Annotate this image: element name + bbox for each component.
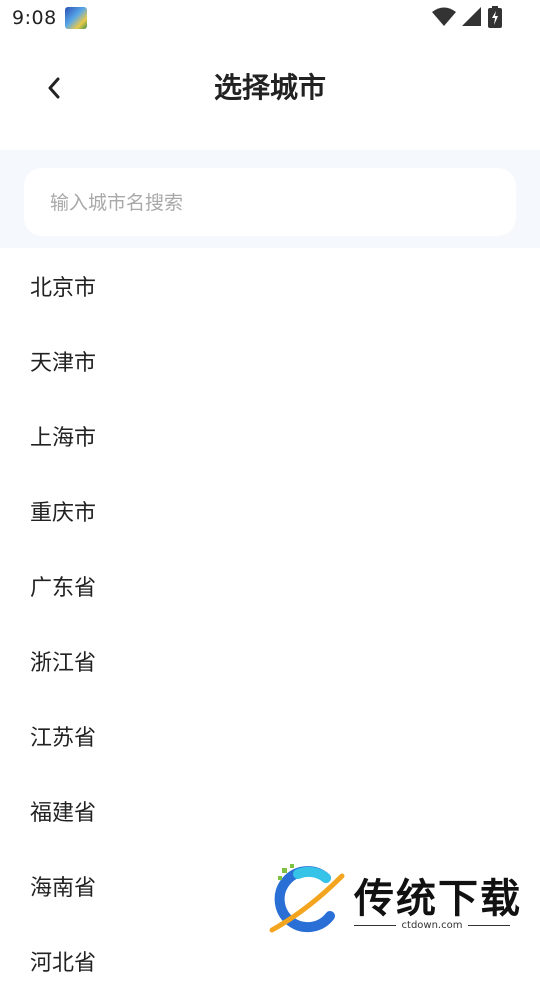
page-title: 选择城市 [213, 71, 326, 104]
status-right [432, 6, 502, 28]
city-item-shanghai[interactable]: 上海市 [0, 398, 540, 473]
battery-icon [488, 6, 502, 28]
app-thumbnail-icon [64, 7, 87, 29]
status-bar: 9:08 [0, 0, 540, 36]
city-item-beijing[interactable]: 北京市 [0, 248, 540, 323]
city-item-fujian[interactable]: 福建省 [0, 773, 540, 848]
status-left: 9:08 [12, 7, 87, 29]
watermark-url-row: ctdown.com [354, 920, 510, 931]
search-box[interactable] [24, 168, 516, 238]
search-input[interactable] [48, 168, 496, 238]
watermark-logo-icon [269, 864, 345, 933]
watermark-line-left [354, 925, 396, 926]
header: 选择城市 [0, 36, 540, 150]
signal-icon [462, 7, 481, 26]
wifi-icon [432, 7, 456, 26]
city-item-chongqing[interactable]: 重庆市 [0, 473, 540, 548]
watermark-url: ctdown.com [401, 920, 463, 931]
watermark-brand: 传统下载 [354, 876, 522, 922]
city-item-jiangsu[interactable]: 江苏省 [0, 698, 540, 773]
city-item-guangdong[interactable]: 广东省 [0, 548, 540, 623]
watermark: 传统下载 ctdown.com [268, 862, 520, 940]
city-item-tianjin[interactable]: 天津市 [0, 323, 540, 398]
watermark-line-right [468, 925, 510, 926]
city-item-zhejiang[interactable]: 浙江省 [0, 623, 540, 698]
status-time: 9:08 [12, 7, 57, 29]
search-area [0, 150, 540, 248]
